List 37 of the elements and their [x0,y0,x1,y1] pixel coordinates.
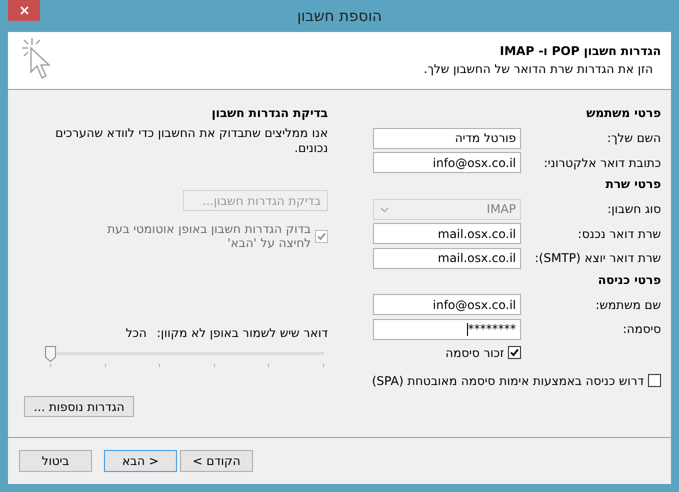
more-settings-button[interactable]: הגדרות נוספות ... [24,396,134,417]
close-button[interactable] [8,0,40,21]
checkbox-label: דרוש כניסה באמצעות אימות סיסמה מאובטחת (SPA) [372,372,644,390]
checkbox[interactable] [648,374,661,387]
close-icon [20,6,28,15]
input-field[interactable]: info@osx.co.il [373,152,521,174]
section-heading: פרטי כניסה [596,272,661,288]
field-label: סוג חשבון: [606,201,661,218]
field-label: שרת דואר נכנס: [576,226,661,243]
checkmark-icon [317,232,326,241]
checkbox-label: בדוק הגדרות חשבון באופן אוטומטי בעת לחיצה על 'הבא' [106,222,311,250]
section-heading: בדיקת הגדרות חשבון [210,105,328,122]
slider-thumb[interactable] [45,346,56,362]
input-field[interactable]: mail.osx.co.il [373,223,521,244]
section-heading: פרטי משתמש [585,105,661,122]
password-field[interactable]: ******** [373,318,521,340]
input-field[interactable]: פורטל מדיה [373,128,521,149]
input-field[interactable]: info@osx.co.il [373,294,521,316]
window-title: הוספת חשבון [297,6,382,27]
header-subtitle: הזן את הגדרות שרת הדואר של החשבון שלך. [424,61,653,78]
field-label: השם שלך: [606,130,661,148]
section-heading: פרטי שרת [604,176,661,193]
field-label: סיסמה: [622,321,661,338]
checkmark-icon [510,348,519,357]
field-label: שם משתמש: [594,296,661,314]
field-label: שרת דואר יוצא (SMTP): [534,250,661,268]
footer-button[interactable]: < הקודם [180,450,253,472]
footer-button[interactable]: ביטול [19,450,92,472]
header-title: הגדרות חשבון POP ו- IMAP [498,43,661,60]
field-label: כתובת דואר אלקטרוני: [542,154,661,172]
offline-value: הכל [126,325,147,342]
offline-label: דואר שיש לשמור באופן לא מקוון: [156,325,328,342]
checkbox[interactable] [508,346,521,359]
checkbox-label: זכור סיסמה [445,344,504,362]
input-field[interactable]: mail.osx.co.il [373,248,521,269]
footer-button[interactable]: הבא > [104,450,177,472]
test-description: אנו ממליצים שתבדוק את החשבון כדי לוודא שהערכים נכונים. [54,126,328,156]
